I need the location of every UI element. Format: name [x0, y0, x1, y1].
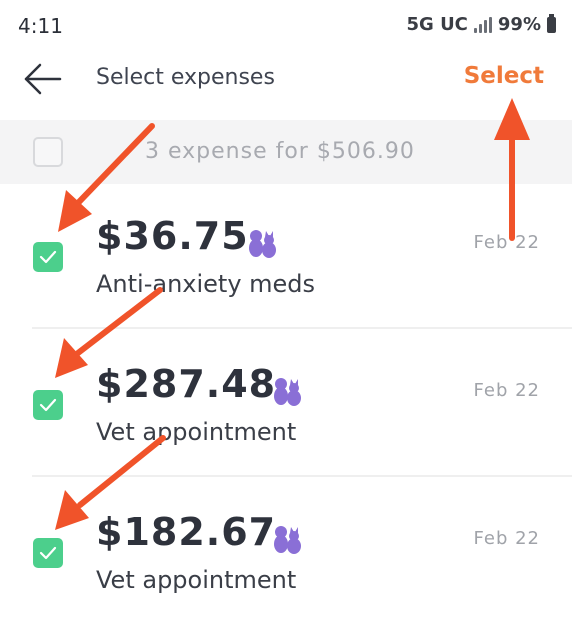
pets-icon	[274, 526, 301, 554]
battery-icon	[547, 13, 556, 33]
expense-row[interactable]: $182.67 Feb 22 Vet appointment	[0, 480, 572, 628]
expense-checkbox[interactable]	[33, 390, 63, 420]
select-button[interactable]: Select	[464, 63, 544, 89]
app-header: Select expenses Select	[0, 50, 572, 118]
expense-amount: $182.67	[96, 510, 277, 554]
expense-row[interactable]: $287.48 Feb 22 Vet appointment	[0, 332, 572, 480]
back-button[interactable]	[22, 62, 64, 96]
page-title: Select expenses	[96, 65, 275, 90]
expense-checkbox[interactable]	[33, 538, 63, 568]
expense-date: Feb 22	[473, 528, 540, 549]
expense-description: Vet appointment	[96, 566, 297, 594]
divider	[32, 327, 572, 329]
expense-row[interactable]: $36.75 Feb 22 Anti-anxiety meds	[0, 184, 572, 332]
select-all-checkbox[interactable]	[33, 137, 63, 167]
battery-percent: 99%	[497, 14, 541, 35]
selection-summary: 3 expense for $506.90	[0, 120, 572, 184]
summary-text: 3 expense for $506.90	[145, 139, 415, 164]
back-arrow-icon	[24, 63, 62, 95]
status-time: 4:11	[18, 14, 63, 38]
expense-description: Vet appointment	[96, 418, 297, 446]
check-icon	[39, 398, 57, 412]
pets-icon	[249, 230, 276, 258]
expense-amount: $36.75	[96, 214, 249, 258]
status-bar: 4:11 5G UC 99%	[0, 0, 572, 50]
status-right: 5G UC 99%	[406, 13, 556, 35]
expense-date: Feb 22	[473, 380, 540, 401]
expense-description: Anti-anxiety meds	[96, 270, 316, 298]
network-label: 5G UC	[406, 14, 468, 35]
check-icon	[39, 250, 57, 264]
expense-checkbox[interactable]	[33, 242, 63, 272]
divider	[32, 475, 572, 477]
signal-icon	[473, 16, 492, 33]
expense-amount: $287.48	[96, 362, 277, 406]
check-icon	[39, 546, 57, 560]
pets-icon	[274, 378, 301, 406]
expense-date: Feb 22	[473, 232, 540, 253]
